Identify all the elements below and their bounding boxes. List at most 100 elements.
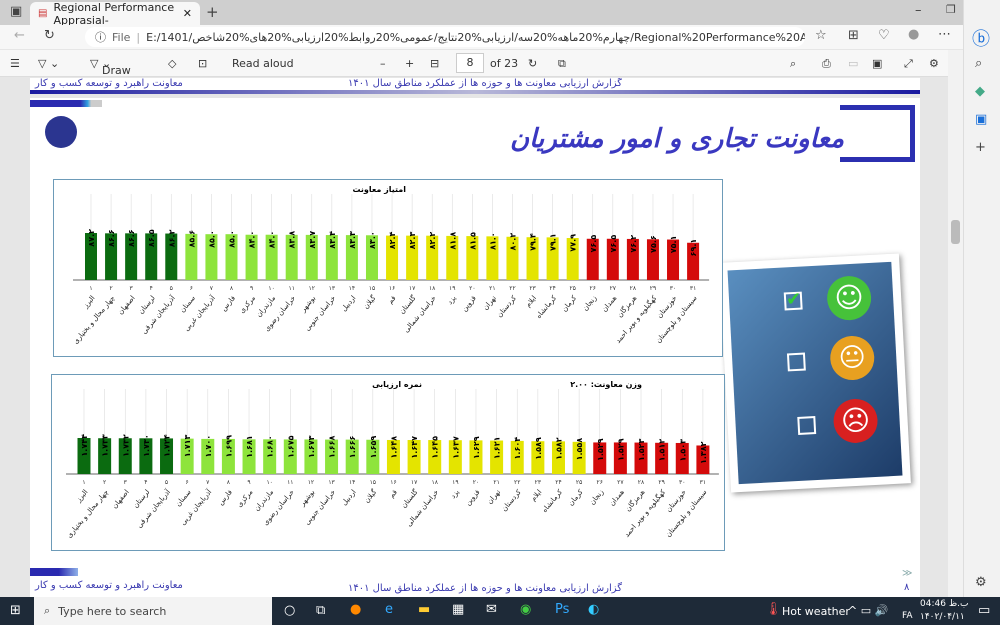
category-label: سمنان bbox=[174, 488, 193, 508]
weather-label[interactable]: Hot weather bbox=[782, 605, 850, 618]
rank-label: ۲۱ bbox=[489, 285, 495, 292]
data-label: ۸۳.۷ bbox=[308, 231, 317, 249]
highlight-icon[interactable]: ▽ ⌄ bbox=[38, 57, 59, 70]
rank-label: ۶ bbox=[186, 479, 189, 486]
sidebar-settings-icon[interactable]: ⚙ bbox=[975, 575, 987, 590]
data-label: ۸۲.۴ bbox=[388, 231, 397, 249]
data-label: ۱.۷۳۰ bbox=[142, 434, 151, 457]
collections-icon[interactable]: ⊞ bbox=[848, 28, 859, 43]
data-label: ۱.۵۰۳ bbox=[678, 439, 687, 462]
category-label: سمنان bbox=[178, 294, 197, 314]
profile-avatar[interactable]: ● bbox=[908, 27, 919, 42]
scrollbar-thumb[interactable] bbox=[951, 220, 960, 244]
file-explorer-icon[interactable]: ▬ bbox=[418, 602, 430, 617]
rank-label: ۲۰ bbox=[473, 479, 479, 486]
rank-label: ۱۳ bbox=[328, 479, 335, 486]
fit-page-icon[interactable]: ⊟ bbox=[430, 57, 439, 70]
page-title: معاونت تجاری و امور مشتریان bbox=[510, 124, 845, 154]
search-icon[interactable]: ⌕ bbox=[790, 57, 796, 71]
taskbar-search[interactable]: ⌕ Type here to search bbox=[34, 597, 272, 625]
rank-label: ۱۷ bbox=[409, 285, 416, 292]
save-as-icon[interactable]: ▣ bbox=[872, 57, 882, 70]
back-icon[interactable]: ← bbox=[14, 28, 25, 43]
print-icon[interactable]: ⎙ bbox=[822, 57, 831, 71]
minimize-icon[interactable]: – bbox=[915, 3, 922, 18]
category-label: قم bbox=[388, 488, 399, 499]
sidebar-search-icon[interactable]: ⌕ bbox=[975, 56, 982, 71]
scrollbar[interactable] bbox=[948, 50, 963, 597]
outlook-icon[interactable]: ▣ bbox=[975, 112, 987, 127]
data-label: ۱.۵۸۹ bbox=[534, 437, 543, 460]
read-aloud-button[interactable]: Read aloud bbox=[232, 57, 294, 70]
close-tab-icon[interactable]: ✕ bbox=[183, 7, 192, 20]
page-number-input[interactable]: 8 bbox=[456, 53, 484, 73]
bing-icon[interactable]: ⓑ bbox=[972, 25, 990, 51]
category-label: لرستان bbox=[137, 294, 157, 315]
clock-date[interactable]: ۱۴۰۲/۰۴/۱۱ bbox=[920, 612, 965, 622]
running-header-left: معاونت راهبرد و توسعه کسب و کار bbox=[35, 78, 183, 89]
page-total: of 23 bbox=[490, 57, 519, 70]
notifications-icon[interactable]: ▭ bbox=[978, 603, 990, 618]
sidebar-app-icon[interactable]: ◆ bbox=[975, 84, 985, 99]
tab-active[interactable]: ▤ Regional Performance Apprasial- ✕ bbox=[30, 1, 200, 27]
feedback-image-background: ☺ 😐 ☹ ✔ bbox=[727, 261, 903, 485]
rank-label: ۴ bbox=[144, 479, 147, 486]
clock-time[interactable]: 04:46 ب.ظ bbox=[920, 599, 968, 609]
data-label: ۱.۵۲۹ bbox=[596, 438, 605, 461]
corner-bar bbox=[30, 100, 102, 107]
data-label: ۱.۵۱۲ bbox=[658, 439, 667, 462]
scroll-down-icon[interactable]: ≫ bbox=[902, 568, 912, 579]
data-label: ۷۵.۶ bbox=[649, 235, 658, 253]
store-icon[interactable]: ▦ bbox=[452, 602, 464, 617]
language-indicator[interactable]: FA bbox=[902, 611, 913, 621]
zoom-in-icon[interactable]: + bbox=[405, 57, 414, 70]
data-label: ۱.۵۲۳ bbox=[637, 438, 646, 461]
rank-label: ۱۱ bbox=[288, 285, 294, 292]
data-label: ۱.۷۲۴ bbox=[163, 434, 172, 457]
category-label: زنجان bbox=[581, 294, 598, 312]
tray-icons[interactable]: ^ ▭ 🔊 bbox=[848, 604, 888, 617]
add-icon[interactable]: + bbox=[975, 140, 986, 155]
photoshop-icon[interactable]: Ps bbox=[555, 602, 569, 617]
rank-label: ۲۲ bbox=[514, 479, 520, 486]
rank-label: ۱۴ bbox=[349, 285, 355, 292]
settings-icon[interactable]: ⚙ bbox=[929, 57, 939, 70]
eraser-icon[interactable]: ◇ bbox=[168, 57, 176, 70]
category-label: گلستان bbox=[397, 293, 418, 316]
rank-label: ۱۹ bbox=[449, 285, 455, 292]
tab-actions-icon[interactable]: ▣ bbox=[10, 4, 22, 19]
category-label: کرمانشاه bbox=[540, 488, 564, 514]
category-label: گیلان bbox=[361, 293, 378, 311]
contents-icon[interactable]: ☰ bbox=[10, 57, 20, 70]
category-label: ایلام bbox=[529, 488, 543, 503]
cortana-icon[interactable]: ○ bbox=[284, 603, 295, 618]
draw-button[interactable]: ▽ Draw ⌄ bbox=[90, 57, 131, 77]
category-label: چهار محال و بختیاری bbox=[65, 488, 110, 539]
windows-start-icon[interactable]: ⊞ bbox=[10, 603, 21, 618]
mail-icon[interactable]: ✉ bbox=[486, 602, 497, 617]
fullscreen-icon[interactable]: ⤢ bbox=[904, 57, 913, 71]
chrome-icon[interactable]: ◉ bbox=[520, 602, 531, 617]
chart-title: امتیاز معاونت bbox=[352, 185, 406, 194]
rank-label: ۲ bbox=[103, 479, 106, 486]
edge-icon[interactable]: ◐ bbox=[588, 602, 599, 617]
rotate-icon[interactable]: ↻ bbox=[528, 57, 537, 70]
firefox-icon[interactable]: ● bbox=[350, 602, 361, 617]
page-view-icon[interactable]: ⧉ bbox=[558, 57, 566, 71]
restore-icon[interactable]: ❐ bbox=[946, 3, 956, 16]
rank-label: ۳۰ bbox=[670, 285, 676, 292]
save-icon[interactable]: ▭ bbox=[848, 57, 858, 70]
rank-label: ۱۵ bbox=[370, 479, 376, 486]
new-tab-icon[interactable]: + bbox=[206, 3, 219, 21]
text-icon[interactable]: ⊡ bbox=[198, 57, 207, 70]
refresh-icon[interactable]: ↻ bbox=[44, 28, 55, 43]
extension-icon[interactable]: ♡ bbox=[878, 28, 890, 43]
category-label: اردبیل bbox=[340, 294, 358, 313]
zoom-out-icon[interactable]: – bbox=[380, 57, 386, 70]
address-bar[interactable]: ⓘ File | E:/1401/چهارم%20ماهه%20سه/ارزیا… bbox=[85, 27, 805, 47]
ie-icon[interactable]: e bbox=[385, 602, 393, 617]
favorites-icon[interactable]: ☆ bbox=[815, 28, 827, 43]
category-label: تهران bbox=[486, 488, 503, 506]
task-view-icon[interactable]: ⧉ bbox=[316, 603, 325, 618]
more-icon[interactable]: ⋯ bbox=[938, 27, 951, 42]
